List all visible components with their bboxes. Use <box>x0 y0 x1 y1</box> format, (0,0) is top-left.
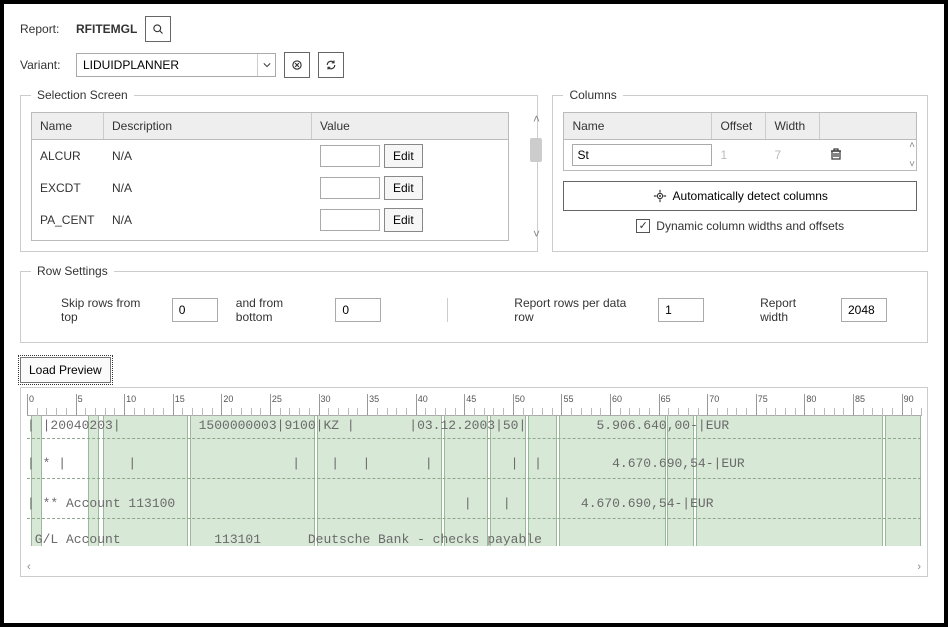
report-row: Report: RFITEMGL <box>20 16 928 42</box>
scroll-thumb[interactable] <box>530 138 542 162</box>
variant-clear-button[interactable] <box>284 52 310 78</box>
selection-table: Name Description Value ALCUR N/A Edit <box>31 112 509 241</box>
selection-col-desc: Description <box>104 113 312 139</box>
table-row: PA_GRID N/A Edit <box>32 236 508 240</box>
skip-bottom-input[interactable] <box>335 298 381 322</box>
preview-line: | |20040203| 1500000003|9100|KZ | |03.12… <box>27 418 921 433</box>
refresh-icon <box>325 58 337 72</box>
report-width-input[interactable] <box>841 298 887 322</box>
sel-row-value-input[interactable] <box>320 177 380 199</box>
preview-line: G/L Account 113101 Deutsche Bank - check… <box>27 532 921 546</box>
scroll-down-icon[interactable]: ˅ <box>533 227 540 241</box>
sel-row-edit-button[interactable]: Edit <box>384 144 423 168</box>
chevron-down-icon <box>263 61 271 69</box>
app-frame: Report: RFITEMGL Variant: Selection Scre… <box>0 0 948 627</box>
columns-legend: Columns <box>563 88 622 102</box>
sel-row-edit-button[interactable]: Edit <box>384 176 423 200</box>
target-icon <box>653 189 667 203</box>
variant-row: Variant: <box>20 52 928 78</box>
upper-panels: Selection Screen Name Description Value … <box>20 88 928 252</box>
report-search-button[interactable] <box>145 16 171 42</box>
table-row: ALCUR N/A Edit <box>32 140 508 172</box>
row-settings-panel: Row Settings Skip rows from top and from… <box>20 264 928 343</box>
rows-per-input[interactable] <box>658 298 704 322</box>
sel-row-desc: N/A <box>104 209 312 231</box>
variant-input[interactable] <box>77 54 257 76</box>
preview-line: | ** Account 113100 | | 4.670.690,54-|EU… <box>27 496 921 511</box>
columns-table-header: Name Offset Width <box>564 113 916 140</box>
checkbox-checked-icon[interactable]: ✓ <box>636 219 650 233</box>
skip-top-label: Skip rows from top <box>61 296 154 324</box>
column-name-input[interactable] <box>572 144 712 166</box>
selection-screen-legend: Selection Screen <box>31 88 134 102</box>
scroll-right-icon[interactable]: › <box>917 561 921 573</box>
preview-panel: 051015202530354045505560657075808590 | |… <box>20 387 928 577</box>
skip-top-input[interactable] <box>172 298 218 322</box>
columns-col-width: Width <box>766 113 820 139</box>
table-row: 1 7 <box>564 140 916 170</box>
sel-row-edit-button[interactable]: Edit <box>384 208 423 232</box>
variant-caret[interactable] <box>257 54 275 76</box>
report-value: RFITEMGL <box>76 22 137 36</box>
selection-screen-panel: Selection Screen Name Description Value … <box>20 88 538 252</box>
rows-per-label: Report rows per data row <box>514 296 640 324</box>
columns-scrollbar[interactable]: ˄ ˅ <box>905 140 919 170</box>
columns-panel: Columns Name Offset Width 1 7 <box>552 88 928 252</box>
scroll-up-icon[interactable]: ˄ <box>909 140 915 151</box>
selection-col-name: Name <box>32 113 104 139</box>
scroll-up-icon[interactable]: ˄ <box>533 112 540 126</box>
selection-table-header: Name Description Value <box>32 113 508 140</box>
selection-table-body: ALCUR N/A Edit EXCDT N/A <box>32 140 508 240</box>
search-icon <box>152 22 164 36</box>
report-width-label: Report width <box>760 296 823 324</box>
load-preview-button[interactable]: Load Preview <box>20 357 111 383</box>
table-row: PA_CENT N/A Edit <box>32 204 508 236</box>
column-width-value: 7 <box>766 144 820 166</box>
sel-row-value-input[interactable] <box>320 145 380 167</box>
preview-hscrollbar[interactable]: ‹ › <box>27 560 921 574</box>
dynamic-columns-label: Dynamic column widths and offsets <box>656 219 844 233</box>
variant-combo[interactable] <box>76 53 276 77</box>
sel-row-value-input[interactable] <box>320 209 380 231</box>
table-row: EXCDT N/A Edit <box>32 172 508 204</box>
skip-bottom-label: and from bottom <box>236 296 318 324</box>
sel-row-desc: N/A <box>104 145 312 167</box>
selection-col-value: Value <box>312 113 508 139</box>
sel-row-name: PA_CENT <box>32 209 104 231</box>
variant-refresh-button[interactable] <box>318 52 344 78</box>
close-circle-icon <box>291 58 303 72</box>
variant-label: Variant: <box>20 58 68 72</box>
preview-body: | |20040203| 1500000003|9100|KZ | |03.12… <box>27 416 921 546</box>
selection-scrollbar[interactable]: ˄ ˅ <box>529 112 543 241</box>
columns-table: Name Offset Width 1 7 <box>563 112 917 171</box>
detect-columns-button[interactable]: Automatically detect columns <box>563 181 917 211</box>
trash-icon[interactable] <box>828 146 844 162</box>
dynamic-columns-checkbox-row[interactable]: ✓ Dynamic column widths and offsets <box>563 219 917 233</box>
report-label: Report: <box>20 22 68 36</box>
detect-columns-label: Automatically detect columns <box>673 189 828 203</box>
sel-row-desc: N/A <box>104 177 312 199</box>
columns-col-action <box>820 113 846 139</box>
columns-col-name: Name <box>564 113 712 139</box>
scroll-down-icon[interactable]: ˅ <box>909 159 915 170</box>
row-settings-legend: Row Settings <box>31 264 114 278</box>
preview-ruler: 051015202530354045505560657075808590 <box>27 394 921 416</box>
sel-row-name: ALCUR <box>32 145 104 167</box>
column-offset-value: 1 <box>712 144 766 166</box>
columns-col-offset: Offset <box>712 113 766 139</box>
preview-line: | * | | | | | | | | 4.670.690,54-|EUR <box>27 456 921 471</box>
sel-row-name: EXCDT <box>32 177 104 199</box>
divider <box>447 298 448 322</box>
